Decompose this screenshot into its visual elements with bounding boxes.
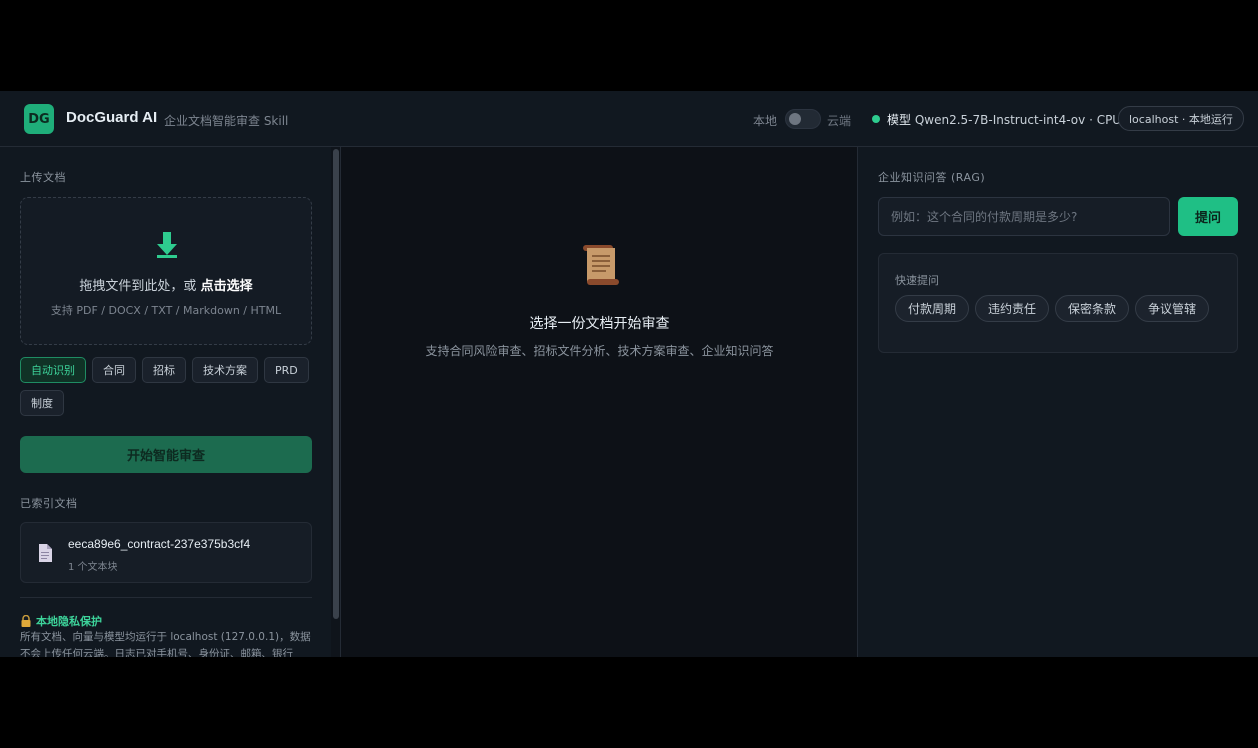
divider xyxy=(20,597,312,598)
mode-cloud-label: 云端 xyxy=(827,114,852,128)
privacy-description: 所有文档、向量与模型均运行于 localhost (127.0.0.1)，数据不… xyxy=(20,631,311,657)
host-badge: localhost · 本地运行 xyxy=(1118,106,1244,131)
drop-text: 拖拽文件到此处，或 点击选择 xyxy=(21,275,311,294)
quick-questions-label: 快速提问 xyxy=(895,274,939,287)
chip-prd[interactable]: PRD xyxy=(264,357,309,383)
chip-auto-detect[interactable]: 自动识别 xyxy=(20,357,86,383)
chip-contract[interactable]: 合同 xyxy=(92,357,136,383)
empty-state-title: 选择一份文档开始审查 xyxy=(529,316,670,332)
scroll-icon xyxy=(583,245,619,285)
chip-bidding[interactable]: 招标 xyxy=(142,357,186,383)
indexed-docs-label: 已索引文档 xyxy=(20,497,78,510)
drop-instruction: 拖拽文件到此处，或 xyxy=(79,279,201,294)
lock-icon xyxy=(21,615,31,627)
quick-question-payment-cycle[interactable]: 付款周期 xyxy=(895,295,970,322)
chip-policy[interactable]: 制度 xyxy=(20,390,64,416)
top-header: DG DocGuard AI 企业文档智能审查 Skill 本地 云端 模型 Q… xyxy=(0,91,1258,147)
app-window: DG DocGuard AI 企业文档智能审查 Skill 本地 云端 模型 Q… xyxy=(0,91,1258,657)
model-status-dot xyxy=(872,115,880,123)
model-info: 模型 Qwen2.5-7B-Instruct-int4-ov · CPU xyxy=(887,111,1121,128)
left-sidebar: 上传文档 拖拽文件到此处，或 点击选择 支持 PDF / DOCX / TXT … xyxy=(0,147,341,657)
scrollbar-thumb[interactable] xyxy=(333,149,339,619)
download-arrow-icon xyxy=(157,232,177,258)
document-name: eeca89e6_contract-237e375b3cf4 xyxy=(68,537,251,551)
app-logo: DG xyxy=(24,104,54,134)
toggle-knob xyxy=(789,113,801,125)
quick-questions-box: 快速提问 付款周期 违约责任 保密条款 争议管辖 xyxy=(878,253,1238,353)
upload-section-label: 上传文档 xyxy=(20,171,66,184)
ask-button[interactable]: 提问 xyxy=(1178,197,1238,236)
document-meta: 1 个文本块 xyxy=(68,562,118,573)
privacy-title-text: 本地隐私保护 xyxy=(36,615,102,628)
left-scrollbar[interactable] xyxy=(331,147,340,657)
rag-panel: 企业知识问答 (RAG) 提问 快速提问 付款周期 违约责任 保密条款 争议管辖 xyxy=(858,147,1258,657)
supported-formats-hint: 支持 PDF / DOCX / TXT / Markdown / HTML xyxy=(50,304,282,317)
quick-question-jurisdiction[interactable]: 争议管辖 xyxy=(1135,295,1210,322)
question-input[interactable] xyxy=(878,197,1170,236)
model-prefix: 模型 xyxy=(887,113,912,127)
model-name: Qwen2.5-7B-Instruct-int4-ov · CPU xyxy=(914,113,1122,127)
quick-question-liability[interactable]: 违约责任 xyxy=(975,295,1050,322)
file-dropzone[interactable]: 拖拽文件到此处，或 点击选择 支持 PDF / DOCX / TXT / Mar… xyxy=(20,197,312,345)
document-icon xyxy=(39,544,52,562)
empty-state-description: 支持合同风险审查、招标文件分析、技术方案审查、企业知识问答 xyxy=(425,344,774,358)
quick-question-confidentiality[interactable]: 保密条款 xyxy=(1055,295,1130,322)
app-subtitle: 企业文档智能审查 Skill xyxy=(164,114,289,128)
review-panel: 选择一份文档开始审查 支持合同风险审查、招标文件分析、技术方案审查、企业知识问答 xyxy=(341,147,858,657)
privacy-title: 本地隐私保护 xyxy=(20,613,102,629)
indexed-document-item[interactable]: eeca89e6_contract-237e375b3cf4 1 个文本块 xyxy=(20,522,312,583)
local-cloud-toggle[interactable] xyxy=(785,109,821,129)
start-review-label: 开始智能审查 xyxy=(126,449,205,464)
start-review-button[interactable]: 开始智能审查 xyxy=(20,436,312,473)
chip-tech-proposal[interactable]: 技术方案 xyxy=(192,357,258,383)
rag-section-label: 企业知识问答 (RAG) xyxy=(878,171,986,184)
app-title: DocGuard AI xyxy=(66,109,158,126)
mode-local-label: 本地 xyxy=(753,114,778,128)
click-select-link[interactable]: 点击选择 xyxy=(201,279,253,294)
